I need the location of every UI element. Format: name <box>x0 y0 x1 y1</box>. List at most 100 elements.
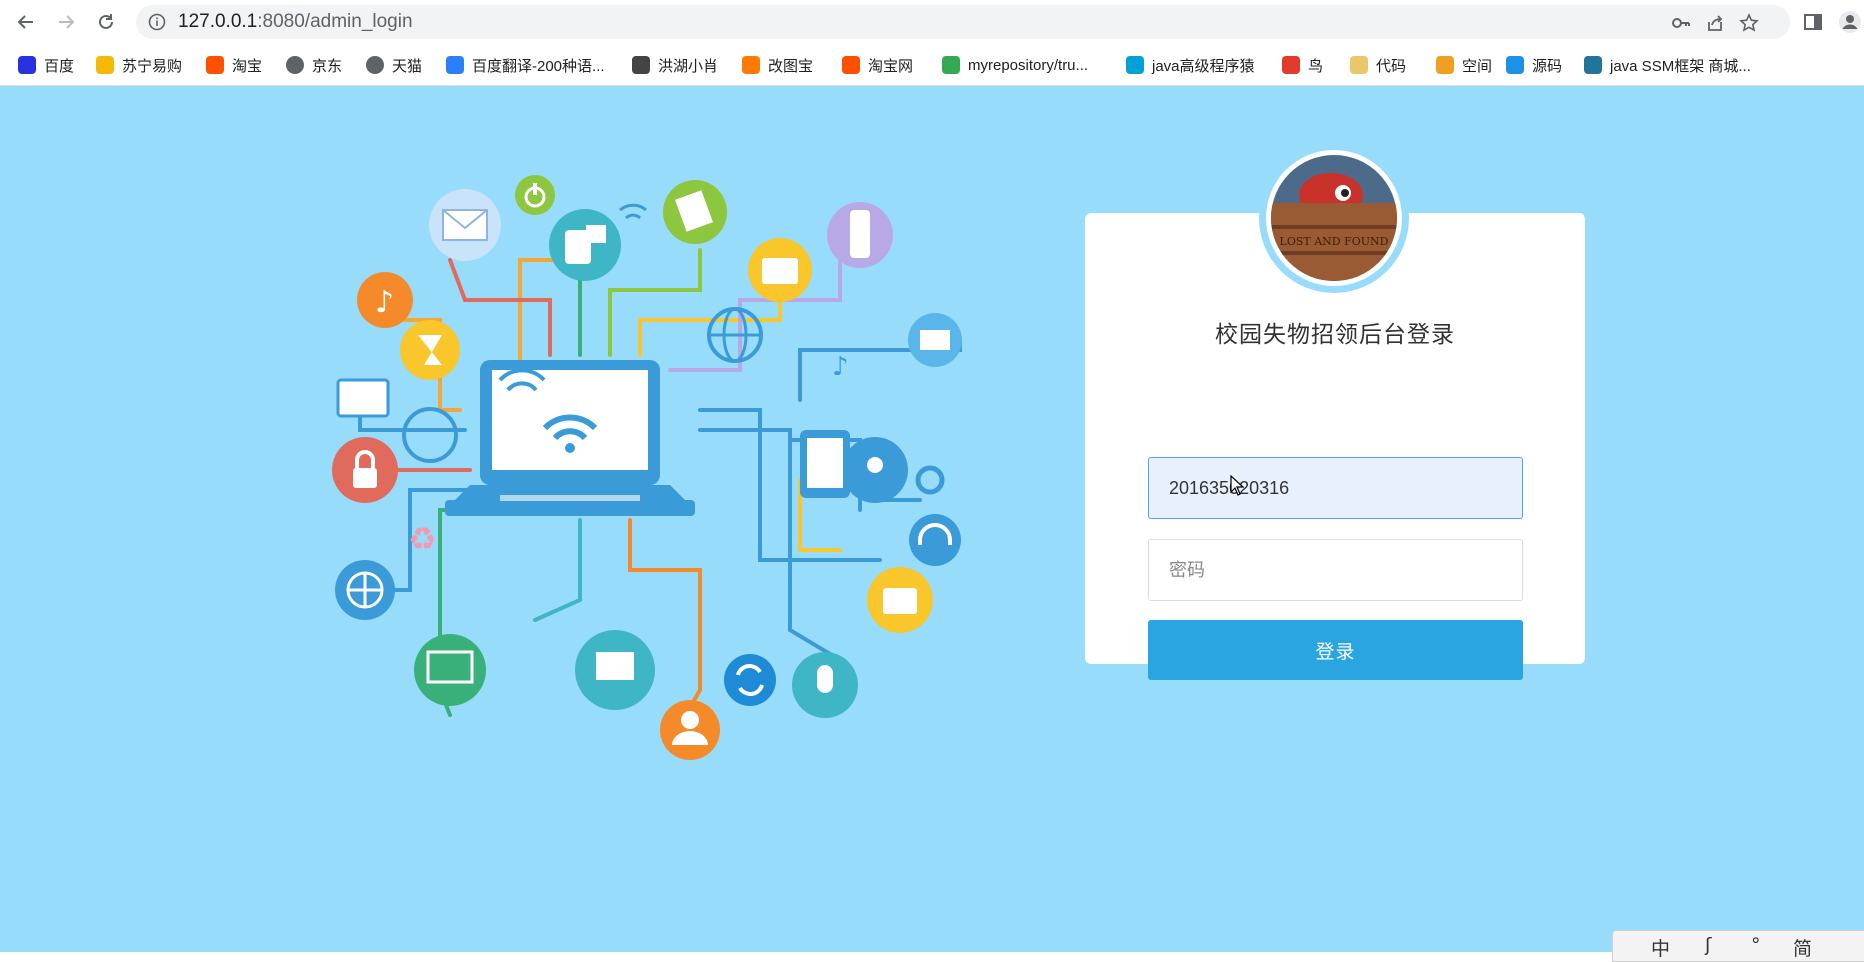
bookmark-item[interactable]: 天猫 <box>366 54 422 76</box>
bookmark-label: 京东 <box>312 57 343 75</box>
bookmark-label: 淘宝网 <box>868 57 914 75</box>
ime-item[interactable]: 简 <box>1793 934 1812 961</box>
connector-line <box>448 258 552 357</box>
docker-icon <box>1506 56 1524 74</box>
reload-button[interactable] <box>92 8 120 36</box>
gaitubao-icon <box>742 56 760 74</box>
globe-icon <box>366 56 384 74</box>
ime-item[interactable]: ʃ <box>1705 934 1711 956</box>
bookmark-item[interactable]: 百度 <box>18 54 74 76</box>
bookmark-item[interactable]: 百度翻译-200种语... <box>446 54 605 76</box>
bookmark-item[interactable]: 鸟 <box>1282 54 1323 76</box>
login-title: 校园失物招领后台登录 <box>1215 322 1455 348</box>
profile-button[interactable] <box>1838 10 1862 34</box>
bookmark-label: 改图宝 <box>768 57 814 75</box>
bookmark-label: 鸟 <box>1308 57 1324 75</box>
bookmark-label: 洪湖小肖 <box>658 57 719 75</box>
bookmark-label: 百度翻译-200种语... <box>472 57 605 75</box>
info-icon[interactable] <box>148 13 166 31</box>
wifi-small-icon <box>619 203 647 220</box>
svg-text:♪: ♪ <box>375 285 394 320</box>
username-input[interactable] <box>1148 457 1523 519</box>
globe-icon <box>286 56 304 74</box>
bookmark-label: 天猫 <box>392 57 423 75</box>
bookmark-star-button[interactable] <box>1738 12 1760 34</box>
recycle-icon: ♻ <box>408 520 437 558</box>
bird-icon <box>1282 56 1300 74</box>
monitor-small-icon <box>336 378 390 418</box>
bookmark-item[interactable]: 洪湖小肖 <box>632 54 718 76</box>
connector-line <box>608 248 702 357</box>
bookmark-label: java SSM框架 商城... <box>1610 57 1751 75</box>
bookmark-label: 空间 <box>1462 57 1493 75</box>
bookmark-item[interactable]: 京东 <box>286 54 342 76</box>
taobao-icon <box>842 56 860 74</box>
suning-icon <box>96 56 114 74</box>
back-button[interactable] <box>12 8 40 36</box>
reload-icon <box>99 14 113 29</box>
arrow-left-icon <box>17 15 33 29</box>
baidu-translate-icon <box>446 56 464 74</box>
bookmark-item[interactable]: 源码 <box>1506 54 1562 76</box>
connector-line <box>533 518 582 622</box>
bookmark-label: 苏宁易购 <box>122 57 183 75</box>
baidu-icon <box>18 56 36 74</box>
login-button[interactable]: 登录 <box>1148 620 1523 680</box>
url-path: :8080/admin_login <box>257 11 413 32</box>
bookmark-label: java高级程序猿 <box>1152 57 1255 75</box>
headphones-icon <box>909 514 961 566</box>
bookmark-label: 淘宝 <box>232 57 263 75</box>
bookmark-label: myrepository/tru... <box>968 56 1089 74</box>
bookmark-item[interactable]: 代码 <box>1350 54 1406 76</box>
wordpress-icon <box>1584 56 1602 74</box>
pen-icon <box>632 56 650 74</box>
bookmark-item[interactable]: 改图宝 <box>742 54 813 76</box>
lost-and-found-box-icon: LOST AND FOUND <box>1271 155 1397 281</box>
password-input[interactable] <box>1148 539 1523 601</box>
network-illustration: ♪ ♻ ♪ <box>332 175 962 760</box>
ime-toolbar[interactable]: 中 ʃ ° 简 <box>1612 930 1864 962</box>
forward-button[interactable] <box>52 8 80 36</box>
avatar-caption: LOST AND FOUND <box>1280 235 1389 248</box>
bookmark-item[interactable]: myrepository/tru... <box>942 54 1088 76</box>
star-icon <box>1739 13 1759 32</box>
qzone-icon <box>1436 56 1454 74</box>
profile-icon <box>1839 11 1861 33</box>
moon-icon <box>1350 56 1368 74</box>
chrome-icon <box>942 56 960 74</box>
bookmark-item[interactable]: 淘宝网 <box>842 54 913 76</box>
side-panel-icon <box>1804 14 1822 30</box>
user-icon <box>660 700 720 760</box>
bookmark-item[interactable]: 苏宁易购 <box>96 54 182 76</box>
sync-icon <box>724 654 776 706</box>
key-icon <box>1672 18 1690 28</box>
bilibili-icon <box>1126 56 1144 74</box>
mouse-cursor-icon <box>1230 475 1244 496</box>
ime-item[interactable]: 中 <box>1651 934 1670 961</box>
bookmark-label: 百度 <box>44 57 75 75</box>
avatar: LOST AND FOUND <box>1259 143 1409 293</box>
side-panel-button[interactable] <box>1801 10 1825 34</box>
share-icon <box>1708 15 1723 31</box>
bookmark-label: 代码 <box>1376 57 1407 75</box>
ime-item[interactable]: ° <box>1751 934 1761 956</box>
taobao-icon <box>206 56 224 74</box>
bookmark-item[interactable]: 空间 <box>1436 54 1492 76</box>
bookmark-item[interactable]: java高级程序猿 <box>1126 54 1255 76</box>
bookmark-label: 源码 <box>1532 57 1563 75</box>
share-button[interactable] <box>1704 12 1726 34</box>
browser-toolbar: 127.0.0.1:8080/admin_login <box>0 0 1864 44</box>
avatar-image: LOST AND FOUND <box>1271 155 1397 281</box>
desktop-wifi-icon <box>414 634 486 706</box>
arrow-right-icon <box>59 15 75 29</box>
bookmark-item[interactable]: 淘宝 <box>206 54 262 76</box>
chat-bubble-icon <box>402 407 458 463</box>
url-text[interactable]: 127.0.0.1:8080/admin_login <box>178 11 413 33</box>
laptop-icon <box>445 360 695 516</box>
bookmark-item[interactable]: java SSM框架 商城... <box>1584 54 1751 76</box>
gear-icon <box>915 465 945 495</box>
bookmarks-bar: 百度 苏宁易购 淘宝 京东 天猫 百度翻译-200种语... 洪湖小肖 改图宝 淘宝网 myrep… <box>0 44 1864 86</box>
password-key-button[interactable] <box>1670 12 1692 34</box>
url-host: 127.0.0.1 <box>178 11 258 32</box>
address-bar[interactable]: 127.0.0.1:8080/admin_login <box>136 5 1790 39</box>
